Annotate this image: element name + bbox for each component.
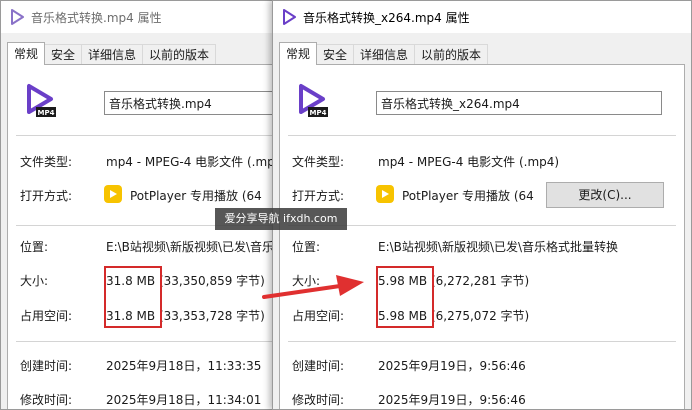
watermark: 爱分享导航 ifxdh.com <box>215 208 347 230</box>
comparison-arrow-icon <box>262 275 364 299</box>
